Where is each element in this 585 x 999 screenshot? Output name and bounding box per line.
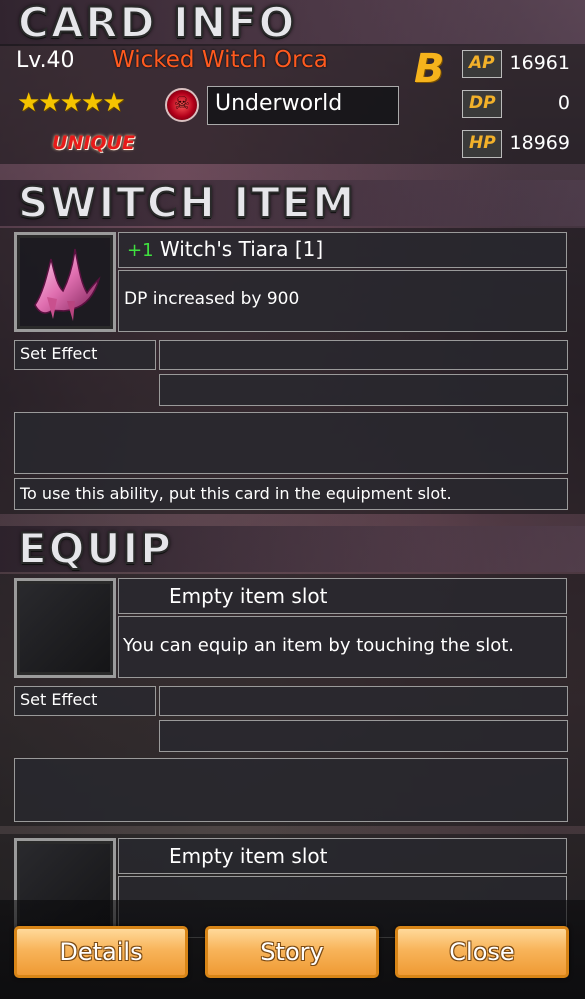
hp-label: HP: [462, 130, 502, 158]
switch-item-title: SWITCH ITEM: [17, 177, 357, 228]
close-button[interactable]: Close: [395, 926, 569, 978]
switch-item-heading: SWITCH ITEM: [0, 177, 585, 228]
grade-badge: B: [414, 46, 445, 92]
card-level: Lv.40: [16, 48, 75, 73]
set-effect-value-1: [159, 340, 568, 370]
item-description: DP increased by 900: [118, 270, 567, 332]
card-info-heading: CARD INFO: [0, 0, 585, 48]
item-plus-level: +1: [127, 240, 154, 261]
equip-panel-1: Empty item slot You can equip an item by…: [0, 574, 585, 826]
equip-set-effect-value-2: [159, 720, 568, 752]
equip-slot-1-description: You can equip an item by touching the sl…: [118, 616, 567, 678]
switch-item-slot[interactable]: [14, 232, 116, 332]
equip-title: EQUIP: [17, 523, 173, 574]
equip-heading: EQUIP: [0, 523, 585, 574]
ap-value: 16961: [509, 52, 570, 74]
dp-value: 0: [557, 92, 570, 114]
set-effect-details: [14, 412, 568, 474]
equip-set-effect-value-1: [159, 686, 568, 716]
element-icon: ☠: [165, 88, 199, 122]
ap-label: AP: [462, 50, 502, 78]
card-info-panel: Lv.40 Wicked Witch Orca ★★★★★ UNIQUE ☠ U…: [0, 44, 585, 164]
set-effect-value-2: [159, 374, 568, 406]
equip-set-effect-details: [14, 758, 568, 822]
element-name: Underworld: [207, 86, 399, 125]
equip-slot-1[interactable]: [14, 578, 116, 678]
witch-tiara-icon: [34, 248, 101, 321]
card-info-title: CARD INFO: [17, 0, 297, 48]
equipment-slot-note: To use this ability, put this card in th…: [14, 478, 568, 510]
item-name: Witch's Tiara [1]: [159, 237, 324, 261]
details-button[interactable]: Details: [14, 926, 188, 978]
equip-slot-1-title: Empty item slot: [118, 578, 567, 614]
rarity-label: UNIQUE: [52, 132, 135, 154]
hp-value: 18969: [509, 132, 570, 154]
rarity-stars: ★★★★★: [17, 88, 126, 118]
card-name: Wicked Witch Orca: [112, 47, 328, 73]
equip-set-effect-label: Set Effect: [14, 686, 156, 716]
story-button[interactable]: Story: [205, 926, 379, 978]
dp-label: DP: [462, 90, 502, 118]
switch-item-panel: +1 Witch's Tiara [1] DP increased by 900…: [0, 228, 585, 514]
switch-item-name-row: +1 Witch's Tiara [1]: [118, 232, 567, 268]
set-effect-label: Set Effect: [14, 340, 156, 370]
equip-slot-2-title: Empty item slot: [118, 838, 567, 874]
